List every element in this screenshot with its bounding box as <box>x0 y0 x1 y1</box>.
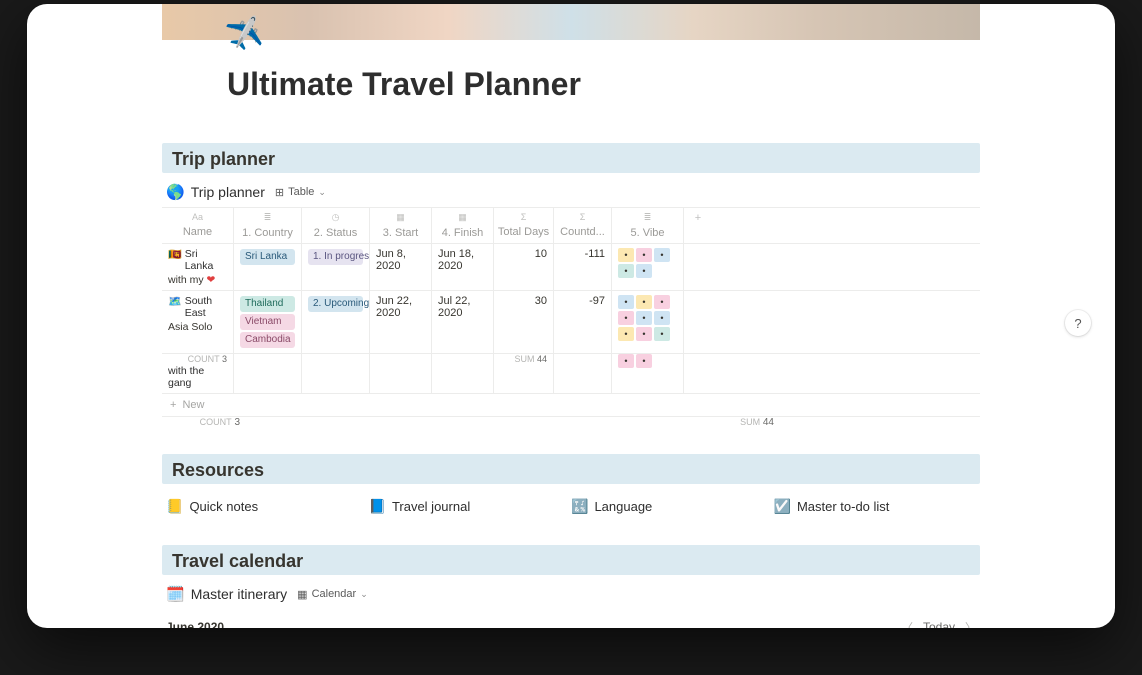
page-title: Ultimate Travel Planner <box>227 66 1115 103</box>
count-value: 3 <box>222 354 227 364</box>
view-label: Table <box>288 186 314 198</box>
col-total-days[interactable]: ΣTotal Days <box>494 208 554 243</box>
countdown: -97 <box>554 291 612 353</box>
resource-label: Language <box>594 499 652 514</box>
section-trip-planner: Trip planner <box>162 143 980 173</box>
vibe-chip: • <box>636 248 652 262</box>
start-date: Jun 8, 2020 <box>370 244 432 290</box>
add-column-button[interactable]: + <box>684 208 712 243</box>
section-resources: Resources <box>162 454 980 484</box>
table-row[interactable]: 🇱🇰Sri Lankawith my ❤Sri Lanka1. In progr… <box>162 244 980 291</box>
country-tag: Sri Lanka <box>240 249 295 265</box>
calendar-icon: 🗓️ <box>166 585 185 603</box>
cover-image: ✈️ <box>162 4 980 40</box>
finish-date: Jul 22, 2020 <box>432 291 494 353</box>
resource-label: Travel journal <box>392 499 470 514</box>
table-row[interactable]: COUNT 3 with the gang SUM 44 •• <box>162 354 980 394</box>
vibe-chip: • <box>618 311 634 325</box>
view-switcher[interactable]: ▦ Calendar ⌄ <box>293 587 372 602</box>
col-finish[interactable]: ▦4. Finish <box>432 208 494 243</box>
globe-icon: 🌎 <box>166 183 185 201</box>
country-tag: Thailand <box>240 296 295 312</box>
row-name: with the gang <box>168 365 227 389</box>
resource-link[interactable]: 🔣 Language <box>571 498 774 515</box>
status-tag: 1. In progress <box>308 249 363 265</box>
next-month-button[interactable]: 〉 <box>965 619 976 628</box>
country-tag: Vietnam <box>240 314 295 330</box>
resource-link[interactable]: ☑️ Master to-do list <box>774 498 977 515</box>
status-tag: 2. Upcoming <box>308 296 363 312</box>
view-switcher[interactable]: ⊞ Table ⌄ <box>271 185 330 200</box>
database-title[interactable]: Trip planner <box>191 184 265 200</box>
vibe-chip: • <box>636 327 652 341</box>
resource-link[interactable]: 📒 Quick notes <box>166 498 369 515</box>
table-icon: ⊞ <box>275 186 284 199</box>
start-date: Jun 22, 2020 <box>370 291 432 353</box>
vibe-chip: • <box>636 264 652 278</box>
row-flag-icon: 🇱🇰 <box>168 248 182 261</box>
col-vibe[interactable]: ≣5. Vibe <box>612 208 684 243</box>
vibe-chip: • <box>654 248 670 262</box>
count-label: COUNT <box>188 354 220 364</box>
total-days: 10 <box>494 244 554 290</box>
chevron-down-icon: ⌄ <box>360 589 368 600</box>
col-name[interactable]: AaName <box>162 208 234 243</box>
sum-value: 44 <box>537 354 547 364</box>
resource-icon: ☑️ <box>774 498 791 515</box>
col-start[interactable]: ▦3. Start <box>370 208 432 243</box>
plus-icon: + <box>170 399 176 411</box>
table-header-row: AaName ≣1. Country ◷2. Status ▦3. Start … <box>162 208 980 244</box>
resource-icon: 📒 <box>166 498 183 515</box>
resource-link[interactable]: 📘 Travel journal <box>369 498 572 515</box>
countdown: -111 <box>554 244 612 290</box>
help-button[interactable]: ? <box>1065 310 1091 336</box>
vibe-chip: • <box>618 327 634 341</box>
chevron-down-icon: ⌄ <box>318 187 326 198</box>
vibe-chip: • <box>636 354 652 368</box>
resource-icon: 📘 <box>369 498 386 515</box>
vibe-chip: • <box>654 295 670 309</box>
row-flag-icon: 🗺️ <box>168 295 182 308</box>
vibe-chip: • <box>654 311 670 325</box>
prev-month-button[interactable]: 〈 <box>902 619 913 628</box>
vibe-chip: • <box>618 354 634 368</box>
vibe-chip: • <box>618 264 634 278</box>
country-tag: Cambodia <box>240 332 295 348</box>
row-name: South East <box>185 295 227 319</box>
total-days: 30 <box>494 291 554 353</box>
vibe-chip: • <box>654 327 670 341</box>
resource-label: Quick notes <box>189 499 258 514</box>
calendar-month: June 2020 <box>166 620 224 628</box>
vibe-chip: • <box>618 295 634 309</box>
col-status[interactable]: ◷2. Status <box>302 208 370 243</box>
col-countdown[interactable]: ΣCountd... <box>554 208 612 243</box>
row-name: Sri Lanka <box>185 248 227 272</box>
col-country[interactable]: ≣1. Country <box>234 208 302 243</box>
view-label: Calendar <box>312 588 357 600</box>
today-button[interactable]: Today <box>923 620 955 628</box>
vibe-chip: • <box>636 295 652 309</box>
row-name-sub: with my ❤ <box>168 274 227 286</box>
new-row-button[interactable]: + New <box>162 394 980 417</box>
resource-icon: 🔣 <box>571 498 588 515</box>
row-name-sub: Asia Solo <box>168 321 227 333</box>
calendar-view-icon: ▦ <box>297 588 307 601</box>
table-row[interactable]: 🗺️South East Asia Solo Thailand Vietnam Camb… <box>162 291 980 354</box>
trip-table: AaName ≣1. Country ◷2. Status ▦3. Start … <box>162 207 980 430</box>
table-footer: COUNT 3 SUM 44 <box>162 417 980 430</box>
finish-date: Jun 18, 2020 <box>432 244 494 290</box>
database-title[interactable]: Master itinerary <box>191 586 287 602</box>
page-icon: ✈️ <box>223 14 265 55</box>
vibe-chip: • <box>618 248 634 262</box>
resource-label: Master to-do list <box>797 499 889 514</box>
section-travel-calendar: Travel calendar <box>162 545 980 575</box>
new-label: New <box>182 399 204 411</box>
sum-label: SUM <box>514 354 534 364</box>
vibe-chip: • <box>636 311 652 325</box>
